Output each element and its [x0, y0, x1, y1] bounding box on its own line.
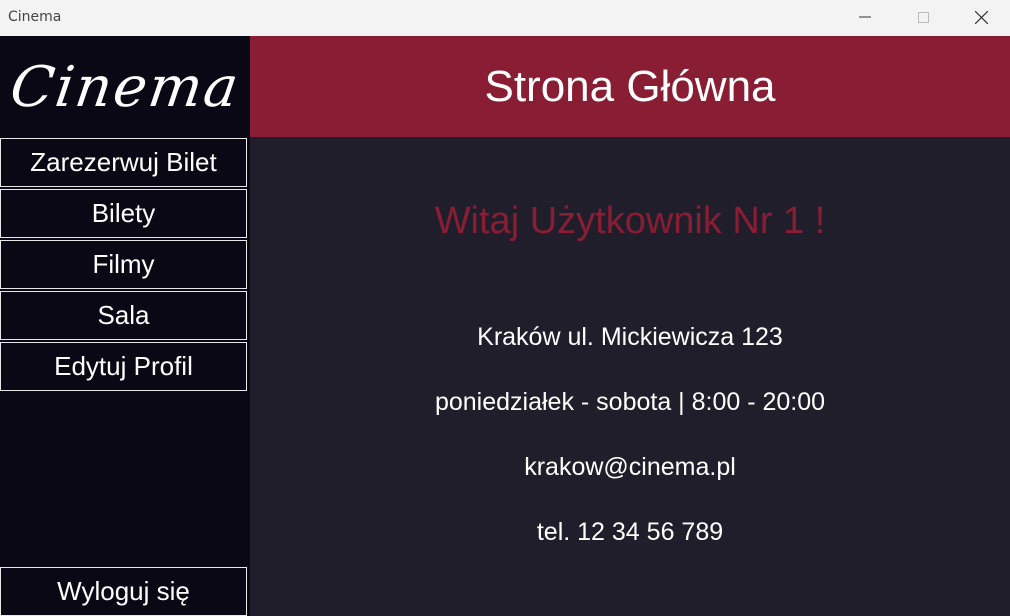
- page-title: Strona Główna: [484, 61, 776, 111]
- reserve-ticket-button[interactable]: Zarezerwuj Bilet: [0, 138, 247, 187]
- maximize-icon: [917, 11, 929, 23]
- minimize-icon: [859, 16, 871, 18]
- welcome-message: Witaj Użytkownik Nr 1 !: [434, 200, 826, 242]
- opening-hours-text: poniedziałek - sobota | 8:00 - 20:00: [434, 388, 826, 416]
- logout-button[interactable]: Wyloguj się: [0, 567, 247, 616]
- sidebar: Cinema Zarezerwuj Bilet Bilety Filmy Sal…: [0, 36, 250, 616]
- movies-button[interactable]: Filmy: [0, 240, 247, 289]
- phone-text: tel. 12 34 56 789: [536, 518, 724, 546]
- tickets-button[interactable]: Bilety: [0, 189, 247, 238]
- app-logo: Cinema: [0, 36, 250, 138]
- edit-profile-button[interactable]: Edytuj Profil: [0, 342, 247, 391]
- maximize-button[interactable]: [894, 0, 952, 34]
- hall-button[interactable]: Sala: [0, 291, 247, 340]
- main-content: Witaj Użytkownik Nr 1 ! Kraków ul. Micki…: [250, 137, 1010, 616]
- page-header: Strona Główna: [250, 36, 1010, 137]
- logo-text: Cinema: [6, 54, 244, 120]
- close-button[interactable]: [952, 0, 1010, 34]
- close-icon: [974, 10, 988, 24]
- minimize-button[interactable]: [836, 0, 894, 34]
- address-text: Kraków ul. Mickiewicza 123: [477, 323, 783, 351]
- window-title: Cinema: [8, 9, 62, 25]
- title-bar: Cinema: [0, 0, 1010, 36]
- email-text: krakow@cinema.pl: [524, 453, 736, 481]
- app-window: Cinema Cinema Zarezerwuj Bilet Bilety Fi…: [0, 0, 1010, 616]
